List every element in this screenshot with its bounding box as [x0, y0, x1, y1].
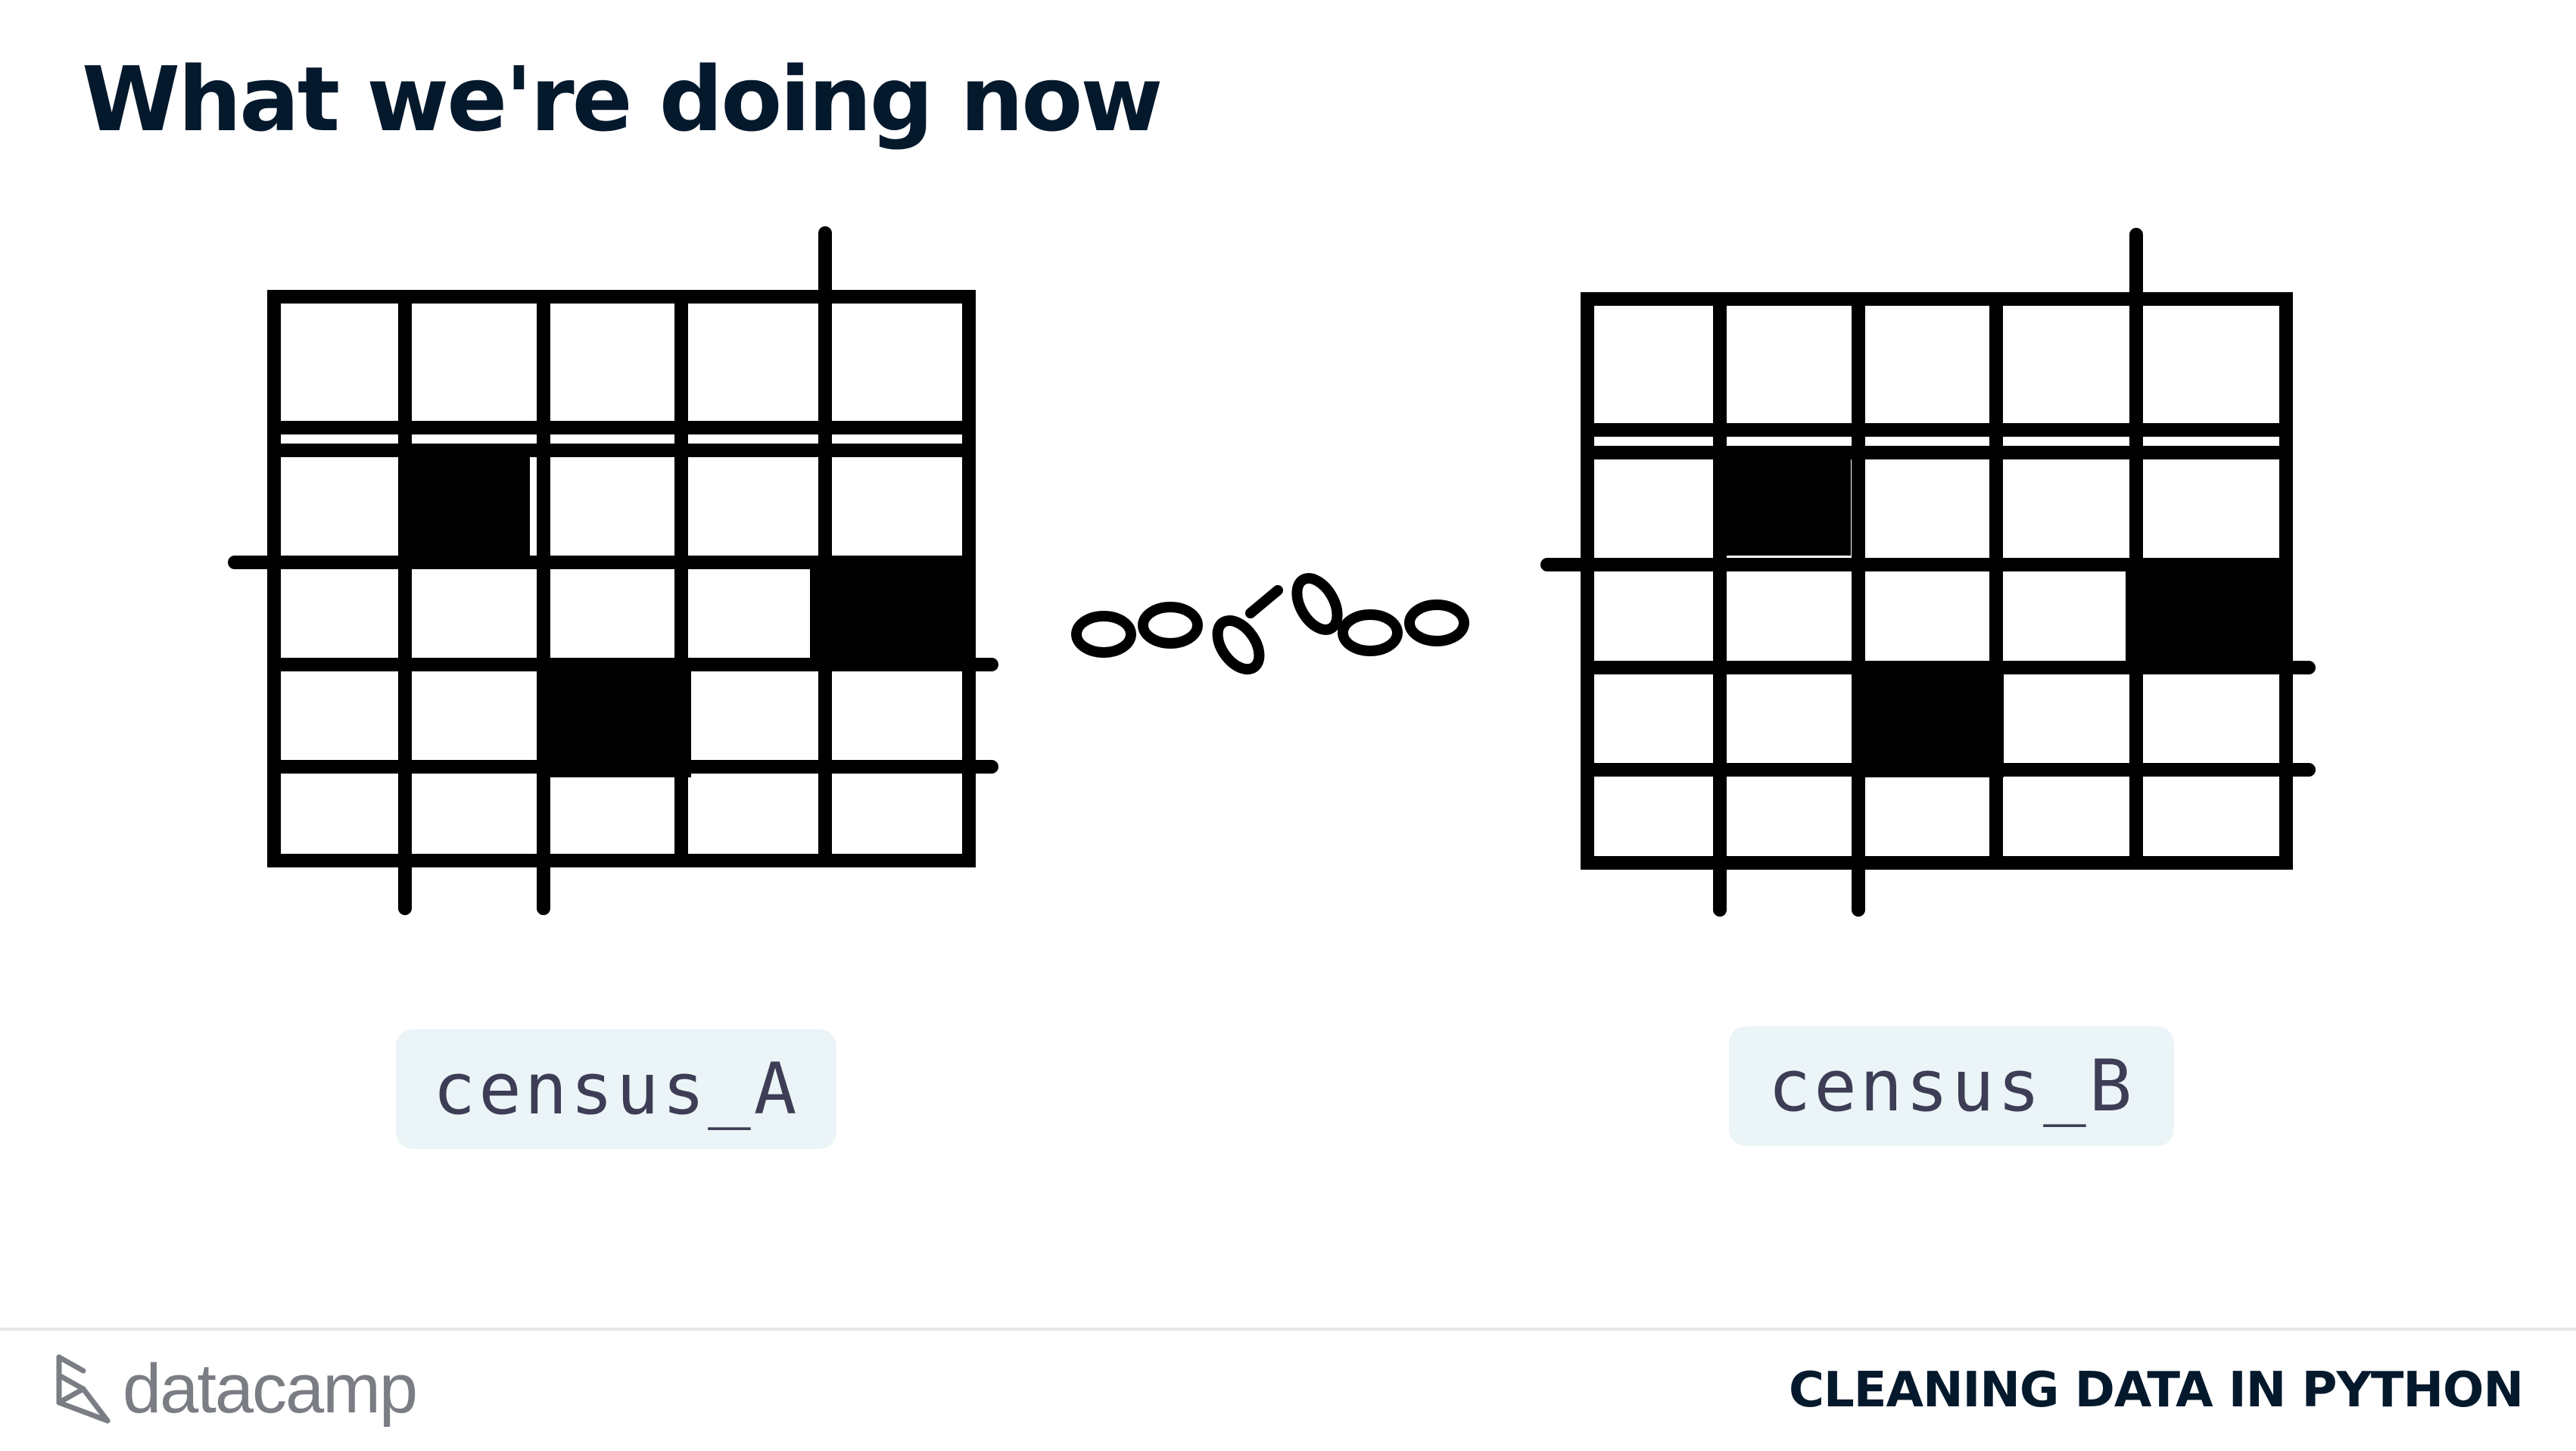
- census-a-label: census_A: [396, 1029, 836, 1149]
- broken-chain-icon: [1071, 573, 1469, 675]
- census-b-label: census_B: [1729, 1026, 2174, 1146]
- slide-title: What we're doing now: [82, 47, 1163, 151]
- brand-name: datacamp: [123, 1350, 418, 1428]
- table-grid-icon: [228, 226, 998, 915]
- footer-divider: [0, 1328, 2576, 1331]
- table-grid-icon: [1540, 228, 2316, 917]
- datacamp-logo[interactable]: datacamp: [53, 1350, 418, 1428]
- datacamp-logo-icon: [56, 1354, 111, 1424]
- course-title: CLEANING DATA IN PYTHON: [1788, 1362, 2524, 1418]
